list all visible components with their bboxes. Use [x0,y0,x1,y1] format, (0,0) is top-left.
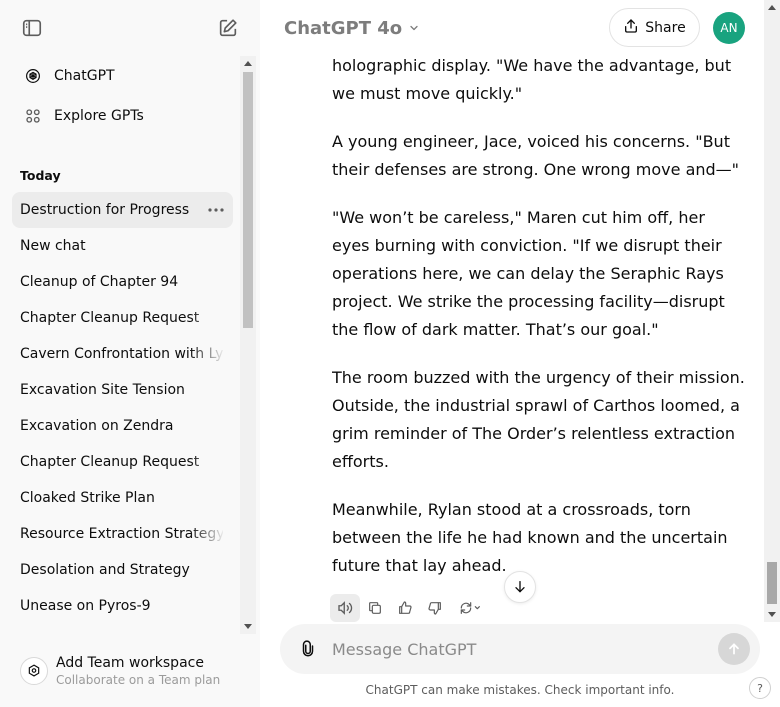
message-paragraph: Meanwhile, Rylan stood at a crossroads, … [332,496,750,580]
sidebar-scrollbar[interactable] [240,56,256,634]
scroll-to-bottom-button[interactable] [504,571,536,603]
text-line: grim reminder of The Order’s relentless … [332,424,736,443]
workspace-title: Add Team workspace [56,655,204,671]
chat-item[interactable]: Desolation and Strategy [12,552,233,588]
sidebar-list: ChatGPT Explore GPTs Today Destruction f… [0,56,240,632]
message-paragraph: The room buzzed with the urgency of thei… [332,364,750,476]
chat-item-label: Chapter Cleanup Request [20,454,200,470]
text-line: future that lay ahead. [332,556,507,575]
arrow-down-icon [515,581,525,593]
share-icon [623,18,639,38]
share-button[interactable]: Share [609,8,700,47]
main-panel: ChatGPT 4o Share AN holographic display.… [260,0,780,707]
sidebar-item-explore-gpts[interactable]: Explore GPTs [12,98,233,134]
chat-item[interactable]: Cavern Confrontation with Lyra [12,336,233,372]
sidebar: ChatGPT Explore GPTs Today Destruction f… [0,0,260,707]
chat-item[interactable]: Unease on Pyros-9 [12,588,233,624]
scroll-down-arrow-icon[interactable] [768,612,776,617]
workspace-subtitle: Collaborate on a Team plan [56,673,221,687]
chat-item[interactable]: Resource Extraction Strategy [12,516,233,552]
disclaimer: ChatGPT can make mistakes. Check importa… [365,683,675,697]
text-line: the flow of dark matter. That’s our goal… [332,320,659,339]
chat-item-label: Excavation on Zendra [20,418,174,434]
section-title-today: Today [20,168,61,183]
model-name: ChatGPT 4o [284,17,403,39]
text-line: efforts. [332,452,389,471]
share-label: Share [645,19,686,36]
chat-item-label: Cloaked Strike Plan [20,490,155,506]
chat-item-label: New chat [20,238,86,254]
more-options-icon[interactable] [207,201,225,219]
chat-item-label: Chapter Cleanup Request [20,310,200,326]
main-scrollbar[interactable] [764,0,780,622]
chat-item-label: Cavern Confrontation with Lyra [20,346,223,362]
sidebar-item-label: ChatGPT [54,68,115,84]
workspace-icon [20,657,48,685]
text-line: The room buzzed with the urgency of thei… [332,368,745,387]
text-line: "We won’t be careless," Maren cut him of… [332,208,705,227]
add-team-workspace-button[interactable]: Add Team workspace Collaborate on a Team… [12,648,248,694]
toggle-sidebar-icon[interactable] [18,14,46,42]
openai-logo-icon [20,66,46,86]
copy-icon[interactable] [360,594,390,622]
sidebar-scroll-thumb[interactable] [243,72,253,328]
text-line: Meanwhile, Rylan stood at a crossroads, … [332,500,691,519]
new-chat-icon[interactable] [214,14,242,42]
text-line: holographic display. "We have the advant… [332,56,732,75]
assistant-message: holographic display. "We have the advant… [332,52,762,604]
read-aloud-icon[interactable] [330,594,360,622]
thumbs-down-icon[interactable] [420,594,450,622]
message-input[interactable] [332,634,702,664]
text-line: their defenses are strong. One wrong mov… [332,160,740,179]
message-paragraph: A young engineer, Jace, voiced his conce… [332,128,750,184]
chat-item-label: Unease on Pyros-9 [20,598,151,614]
chat-item-label: Resource Extraction Strategy [20,526,223,542]
grid-icon [20,106,46,126]
chat-item[interactable]: Cloaked Strike Plan [12,480,233,516]
chat-item[interactable]: Destruction for Progress [12,192,233,228]
main-scroll-thumb[interactable] [767,562,777,604]
text-line: eyes burning with conviction. "If we dis… [332,236,722,255]
scroll-up-arrow-icon[interactable] [244,61,252,66]
text-line: Outside, the industrial sprawl of Cartho… [332,396,740,415]
chat-item[interactable]: Excavation on Zendra [12,408,233,444]
chat-item[interactable]: Chapter Cleanup Request [12,300,233,336]
scroll-up-arrow-icon[interactable] [768,5,776,10]
thumbs-up-icon[interactable] [390,594,420,622]
chevron-down-icon [408,19,420,38]
arrow-up-icon [729,643,739,655]
attach-icon[interactable] [290,631,326,667]
chat-item[interactable]: New chat [12,228,233,264]
composer [280,624,760,674]
text-line: operations here, we can delay the Seraph… [332,264,724,283]
model-selector[interactable]: ChatGPT 4o [276,10,428,46]
message-actions [330,594,490,622]
help-button[interactable]: ? [749,677,771,699]
message-paragraph: "We won’t be careless," Maren cut him of… [332,204,750,344]
message-paragraph: holographic display. "We have the advant… [332,52,750,108]
text-line: we must move quickly." [332,84,523,103]
text-line: A young engineer, Jace, voiced his conce… [332,132,730,151]
sidebar-item-label: Explore GPTs [54,108,144,124]
text-line: between the life he had known and the un… [332,528,728,547]
avatar[interactable]: AN [713,12,745,44]
workspace-text: Add Team workspace Collaborate on a Team… [56,655,220,687]
chat-item[interactable]: Chapter Cleanup Request [12,444,233,480]
chat-item[interactable]: Excavation Site Tension [12,372,233,408]
regenerate-icon[interactable] [450,594,490,622]
chat-item[interactable]: Cleanup of Chapter 94 [12,264,233,300]
chat-item-label: Excavation Site Tension [20,382,185,398]
chat-item-label: Desolation and Strategy [20,562,190,578]
chat-item-label: Cleanup of Chapter 94 [20,274,179,290]
send-button[interactable] [718,633,750,665]
header: ChatGPT 4o Share AN [260,0,780,56]
scroll-down-arrow-icon[interactable] [244,624,252,629]
text-line: project. We strike the processing facili… [332,292,725,311]
sidebar-item-chatgpt[interactable]: ChatGPT [12,58,233,94]
app-window: ChatGPT Explore GPTs Today Destruction f… [0,0,780,707]
chat-item-label: Destruction for Progress [20,202,190,218]
